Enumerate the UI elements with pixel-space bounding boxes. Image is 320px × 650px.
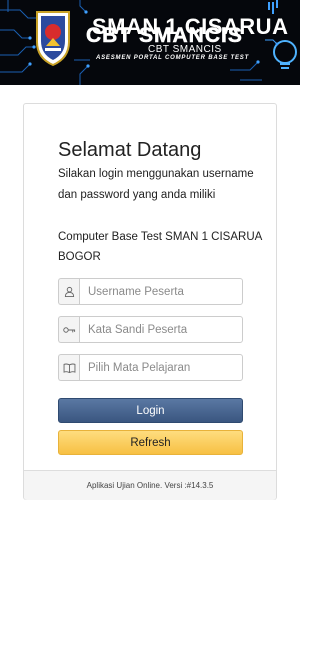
subject-field-group [58, 354, 243, 381]
user-icon [58, 278, 79, 305]
subject-select[interactable] [79, 354, 243, 381]
banner-subtitle: CBT SMANCIS [148, 44, 222, 55]
login-instruction: Silakan login menggunakan username dan p… [58, 168, 254, 201]
username-input[interactable] [79, 278, 243, 305]
school-logo [36, 11, 70, 67]
login-card-body: Selamat Datang Silakan login menggunakan… [24, 104, 276, 470]
login-card: Selamat Datang Silakan login menggunakan… [23, 103, 277, 500]
welcome-heading: Selamat Datang [58, 139, 202, 161]
password-input[interactable] [79, 316, 243, 343]
login-button[interactable]: Login [58, 398, 243, 423]
app-version-footer: Aplikasi Ujian Online. Versi :#14.3.5 [24, 470, 276, 500]
username-field-group [58, 278, 243, 305]
refresh-button[interactable]: Refresh [58, 430, 243, 455]
banner-tagline: ASESMEN PORTAL COMPUTER BASE TEST [96, 55, 250, 61]
key-icon [58, 316, 79, 343]
school-description: Computer Base Test SMAN 1 CISARUA BOGOR [58, 231, 262, 263]
header-banner: SMAN 1 CISARUA CBT SMANCIS CBT SMANCIS A… [0, 0, 300, 85]
book-icon [58, 354, 79, 381]
lightbulb-icon [265, 0, 297, 69]
password-field-group [58, 316, 243, 343]
